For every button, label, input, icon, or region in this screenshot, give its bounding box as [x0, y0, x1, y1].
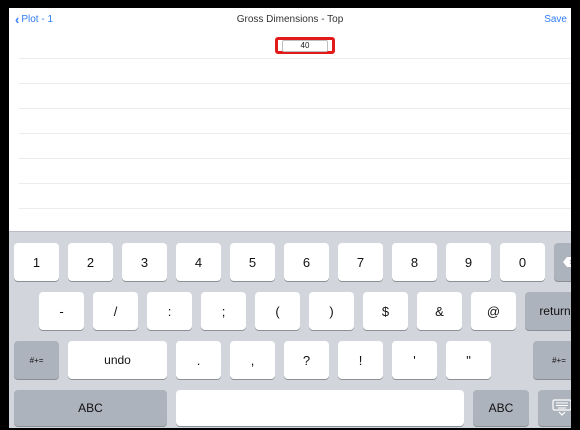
key-dash[interactable]: -: [39, 292, 84, 330]
key-exclamation[interactable]: !: [338, 341, 383, 379]
shift-symbols-key-right[interactable]: #+=: [533, 341, 571, 379]
navigation-bar: ‹ Plot - 1 Gross Dimensions - Top Save: [9, 8, 571, 35]
row-divider: [19, 133, 571, 134]
abc-key-right[interactable]: ABC: [473, 390, 529, 426]
save-button[interactable]: Save: [544, 14, 567, 25]
key-2[interactable]: 2: [68, 243, 113, 281]
key-8[interactable]: 8: [392, 243, 437, 281]
backspace-icon: [563, 257, 571, 267]
key-9[interactable]: 9: [446, 243, 491, 281]
row-divider: [19, 58, 571, 59]
row-divider: [19, 158, 571, 159]
keyboard-dismiss-icon: [551, 399, 571, 416]
key-comma[interactable]: ,: [230, 341, 275, 379]
key-7[interactable]: 7: [338, 243, 383, 281]
key-3[interactable]: 3: [122, 243, 167, 281]
row-divider: [19, 83, 571, 84]
key-open-paren[interactable]: (: [255, 292, 300, 330]
row-divider: [19, 208, 571, 209]
value-input[interactable]: 40: [282, 39, 328, 52]
space-bar[interactable]: [176, 390, 464, 426]
key-4[interactable]: 4: [176, 243, 221, 281]
key-close-paren[interactable]: ): [309, 292, 354, 330]
app-screen: ‹ Plot - 1 Gross Dimensions - Top Save 4…: [9, 8, 571, 428]
highlighted-value-field[interactable]: 40: [275, 37, 335, 54]
key-quote[interactable]: ": [446, 341, 491, 379]
numeric-keyboard: 1 2 3 4 5 6 7 8 9 0 - / : ; ( ) $ & @ re…: [9, 231, 571, 428]
key-slash[interactable]: /: [93, 292, 138, 330]
delete-key[interactable]: [554, 243, 571, 281]
key-at[interactable]: @: [471, 292, 516, 330]
page-title: Gross Dimensions - Top: [236, 14, 344, 25]
hide-keyboard-key[interactable]: [538, 390, 571, 426]
undo-key[interactable]: undo: [68, 341, 167, 379]
key-0[interactable]: 0: [500, 243, 545, 281]
key-period[interactable]: .: [176, 341, 221, 379]
key-dollar[interactable]: $: [363, 292, 408, 330]
row-divider: [19, 183, 571, 184]
key-5[interactable]: 5: [230, 243, 275, 281]
key-colon[interactable]: :: [147, 292, 192, 330]
key-question[interactable]: ?: [284, 341, 329, 379]
shift-symbols-key-left[interactable]: #+=: [14, 341, 59, 379]
key-ampersand[interactable]: &: [417, 292, 462, 330]
key-apostrophe[interactable]: ': [392, 341, 437, 379]
row-divider: [19, 108, 571, 109]
return-key[interactable]: return: [525, 292, 571, 330]
abc-key-left[interactable]: ABC: [14, 390, 167, 426]
key-1[interactable]: 1: [14, 243, 59, 281]
key-semicolon[interactable]: ;: [201, 292, 246, 330]
key-6[interactable]: 6: [284, 243, 329, 281]
